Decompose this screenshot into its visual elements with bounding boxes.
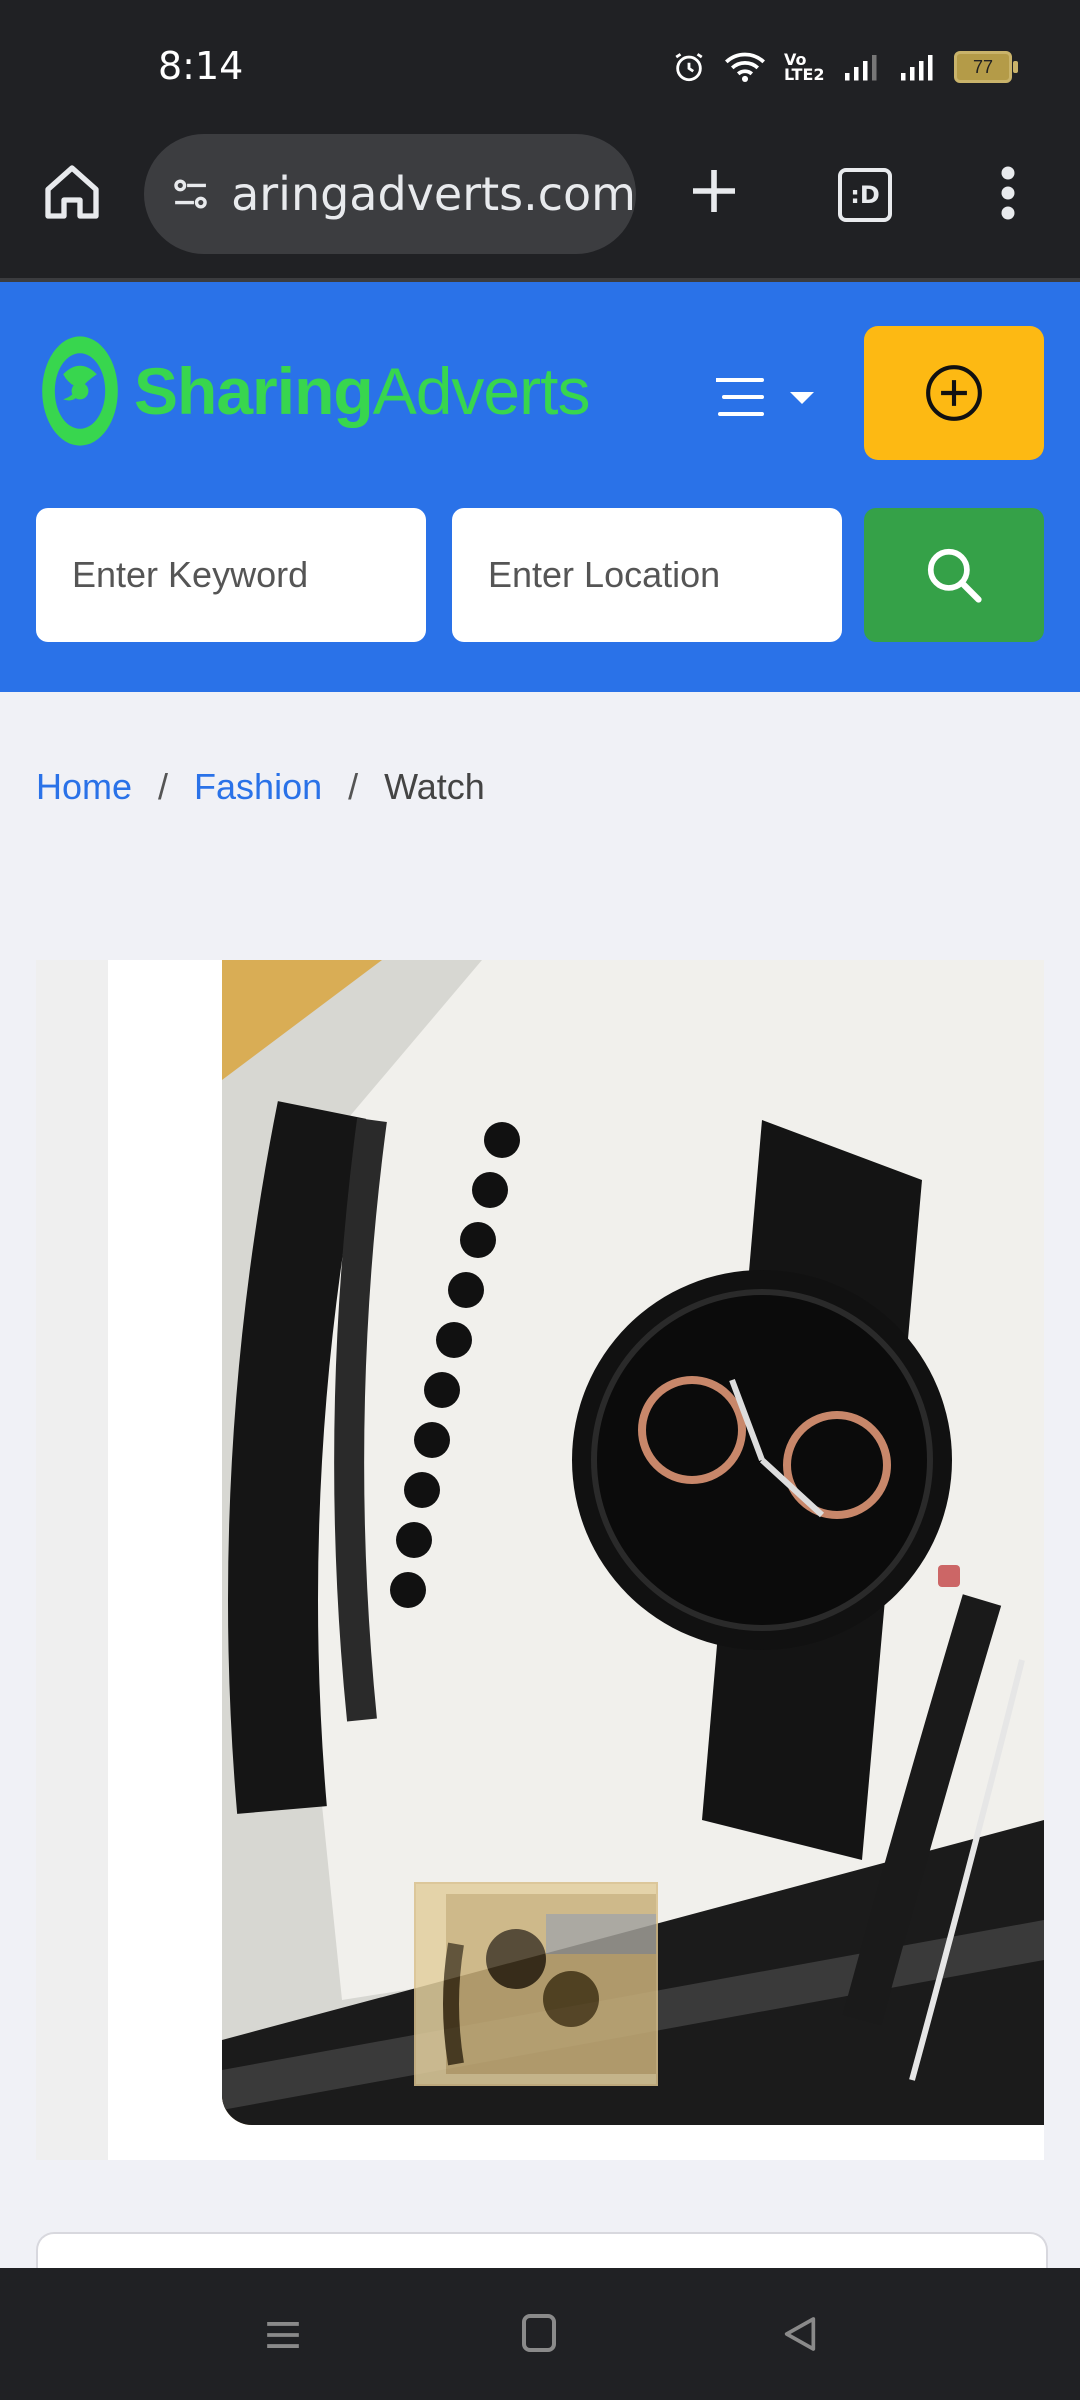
logo-text: SharingAdverts [134, 353, 591, 429]
battery-icon: 77 [954, 51, 1018, 83]
nav-back-icon[interactable] [780, 2312, 820, 2356]
post-ad-button[interactable] [864, 326, 1044, 460]
alarm-icon [675, 53, 703, 82]
hamburger-icon[interactable] [716, 374, 820, 420]
location-input[interactable] [452, 508, 842, 642]
gallery-thumbnail[interactable] [414, 1882, 658, 2086]
breadcrumb-separator: / [158, 766, 169, 807]
address-bar[interactable]: aringadverts.com [144, 134, 636, 254]
breadcrumb-current: Watch [384, 766, 485, 807]
breadcrumb-home[interactable]: Home [36, 766, 132, 808]
signal-1-icon [845, 55, 877, 81]
wifi-icon [725, 52, 765, 82]
breadcrumb-separator: / [348, 766, 359, 807]
plus-circle-icon [926, 365, 982, 421]
product-gallery [36, 960, 1044, 2160]
browser-toolbar: aringadverts.com :D [0, 125, 1080, 282]
breadcrumb: Home / Fashion / Watch [36, 766, 485, 808]
gallery-strip [36, 960, 108, 2160]
status-time: 8:14 [158, 44, 244, 88]
logo-text-thin: Adverts [372, 354, 591, 428]
nav-home-icon[interactable] [522, 2314, 556, 2352]
site-logo[interactable]: SharingAdverts [38, 332, 591, 450]
status-icons: Vo LTE2 77 [672, 50, 1018, 84]
signal-2-icon [901, 55, 933, 81]
home-icon[interactable] [40, 160, 104, 224]
logo-mark-icon [42, 336, 118, 446]
tab-switcher-label: :D [850, 181, 880, 209]
more-vert-icon[interactable] [996, 163, 1020, 223]
search-button[interactable] [864, 508, 1044, 642]
breadcrumb-fashion[interactable]: Fashion [194, 766, 322, 808]
status-bar: 8:14 Vo LTE2 77 [0, 0, 1080, 125]
battery-level: 77 [972, 56, 994, 77]
watch-set-thumbnail [416, 1884, 656, 2084]
system-nav-bar [0, 2268, 1080, 2400]
recents-icon[interactable] [264, 2316, 302, 2354]
logo-text-bold: Sharing [134, 354, 374, 428]
search-icon [927, 548, 982, 603]
url-text[interactable]: aringadverts.com [231, 167, 636, 221]
plus-icon[interactable] [686, 163, 742, 219]
keyword-input[interactable] [36, 508, 426, 642]
volte-indicator: Vo LTE2 [784, 50, 825, 84]
site-header: SharingAdverts [0, 282, 1080, 692]
tab-switcher-button[interactable]: :D [838, 168, 892, 222]
tune-icon[interactable] [170, 169, 211, 219]
